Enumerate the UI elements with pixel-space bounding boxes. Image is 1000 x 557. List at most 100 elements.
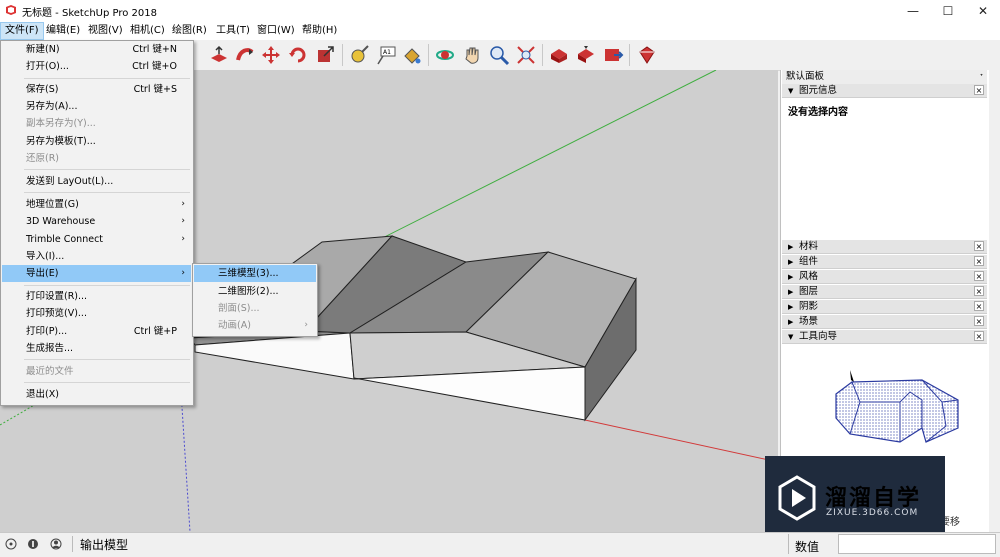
watermark-sub-text: ZIXUE.3D66.COM (826, 508, 919, 518)
menu-edit[interactable]: 编辑(E) (42, 22, 84, 40)
panel-shadows[interactable]: ▶ 阴影 × (782, 300, 987, 314)
entity-info-content: 没有选择内容 (788, 107, 848, 118)
export-3d-model[interactable]: 三维模型(3)... (194, 265, 316, 282)
panel-styles[interactable]: ▶ 风格 × (782, 270, 987, 284)
panel-close-icon[interactable]: × (974, 286, 984, 296)
panel-instructor[interactable]: ▼ 工具向导 × (782, 330, 987, 344)
cursor-arrow-icon (850, 370, 854, 382)
3d-warehouse-icon[interactable] (548, 44, 570, 66)
zoom-icon[interactable] (488, 44, 510, 66)
share-model-icon[interactable] (575, 44, 597, 66)
geo-location-status-icon[interactable] (5, 538, 17, 550)
file-export[interactable]: 导出(E) › (2, 265, 191, 282)
export-animation: 动画(A) › (218, 320, 308, 331)
selected-house-shape (835, 379, 959, 443)
file-send-to-layout[interactable]: 发送到 LayOut(L)... (2, 173, 191, 190)
menu-draw[interactable]: 绘图(R) (168, 22, 211, 40)
panel-close-icon[interactable]: × (974, 85, 984, 95)
menu-separator (24, 382, 190, 383)
text-tool-icon[interactable]: A1 (375, 44, 397, 66)
menu-help[interactable]: 帮助(H) (298, 22, 341, 40)
panel-close-icon[interactable]: × (974, 331, 984, 341)
menu-camera[interactable]: 相机(C) (126, 22, 169, 40)
file-recent-files: 最近的文件 (26, 366, 74, 377)
menu-separator (24, 169, 190, 170)
credits-info-icon[interactable] (27, 538, 39, 550)
file-generate-report[interactable]: 生成报告... (2, 340, 191, 357)
rotate-icon[interactable] (287, 44, 309, 66)
status-text: 输出模型 (80, 538, 129, 552)
panel-materials[interactable]: ▶ 材料 × (782, 240, 987, 254)
close-button[interactable]: ✕ (966, 0, 1000, 22)
menu-file[interactable]: 文件(F) (0, 22, 44, 40)
file-exit[interactable]: 退出(X) (2, 386, 191, 403)
toolbar-separator (428, 44, 429, 66)
menu-window[interactable]: 窗口(W) (253, 22, 299, 40)
menu-tools[interactable]: 工具(T) (212, 22, 254, 40)
tray-title: 默认面板 (786, 71, 825, 82)
window-title: 无标题 - SketchUp Pro 2018 (22, 8, 157, 19)
file-print-setup[interactable]: 打印设置(R)... (2, 288, 191, 305)
panel-components[interactable]: ▶ 组件 × (782, 255, 987, 269)
panel-scenes[interactable]: ▶ 场景 × (782, 315, 987, 329)
scale-icon[interactable] (314, 44, 336, 66)
panel-close-icon[interactable]: × (974, 256, 984, 266)
status-separator (72, 536, 73, 552)
collapse-triangle-icon: ▶ (788, 288, 794, 296)
panel-close-icon[interactable]: × (974, 301, 984, 311)
file-import[interactable]: 导入(I)... (2, 248, 191, 265)
play-logo-icon (778, 475, 816, 521)
file-geo-location[interactable]: 地理位置(G) › (2, 196, 191, 213)
export-2d-graphic[interactable]: 二维图形(2)... (194, 283, 316, 300)
measurements-input[interactable] (838, 534, 996, 554)
extension-warehouse-icon[interactable] (636, 44, 658, 66)
move-icon[interactable] (260, 44, 282, 66)
measurements-label: 数值 (795, 540, 820, 554)
file-revert: 还原(R) (26, 153, 60, 164)
status-separator (788, 534, 789, 554)
share-component-icon[interactable] (602, 44, 624, 66)
menu-separator (24, 78, 190, 79)
file-3d-warehouse[interactable]: 3D Warehouse › (2, 213, 191, 230)
file-trimble-connect[interactable]: Trimble Connect › (2, 231, 191, 248)
tray-pin-icon[interactable]: ᐩ (980, 70, 983, 84)
panel-entity-info[interactable]: ▼ 图元信息 × (782, 84, 987, 98)
collapse-triangle-icon: ▶ (788, 318, 794, 326)
red-axis (584, 419, 778, 463)
panel-layers[interactable]: ▶ 图层 × (782, 285, 987, 299)
toolbar-separator (629, 44, 630, 66)
maximize-button[interactable]: ☐ (931, 0, 965, 22)
orbit-icon[interactable] (434, 44, 456, 66)
minimize-button[interactable]: — (896, 0, 930, 22)
file-print-preview[interactable]: 打印预览(V)... (2, 305, 191, 322)
tray-title-bar: 默认面板 ᐩ (782, 70, 987, 84)
pan-icon[interactable] (461, 44, 483, 66)
file-save-as-template[interactable]: 另存为模板(T)... (2, 133, 191, 150)
file-save[interactable]: 保存(S) Ctrl 键+S (2, 81, 191, 98)
collapse-triangle-icon: ▶ (788, 303, 794, 311)
toolbar-separator (342, 44, 343, 66)
user-account-icon[interactable] (50, 538, 62, 550)
push-pull-icon[interactable] (208, 44, 230, 66)
menu-separator (24, 359, 190, 360)
paint-bucket-icon[interactable] (401, 44, 423, 66)
panel-close-icon[interactable]: × (974, 271, 984, 281)
file-save-as[interactable]: 另存为(A)... (2, 98, 191, 115)
toolbar-separator (542, 44, 543, 66)
zoom-extents-icon[interactable] (515, 44, 537, 66)
collapse-triangle-icon: ▶ (788, 243, 794, 251)
menu-separator (24, 192, 190, 193)
tape-measure-icon[interactable] (348, 44, 370, 66)
file-print[interactable]: 打印(P)... Ctrl 键+P (2, 323, 191, 340)
tray-scrollbar[interactable] (989, 70, 1000, 532)
menu-view[interactable]: 视图(V) (84, 22, 127, 40)
collapse-triangle-icon: ▶ (788, 258, 794, 266)
follow-me-icon[interactable] (234, 44, 256, 66)
panel-close-icon[interactable]: × (974, 316, 984, 326)
file-open[interactable]: 打开(O)... Ctrl 键+O (2, 58, 191, 75)
file-new[interactable]: 新建(N) Ctrl 键+N (2, 41, 191, 58)
collapse-triangle-icon: ▶ (788, 273, 794, 281)
expand-triangle-icon: ▼ (788, 333, 794, 341)
instructor-illustration (835, 370, 959, 443)
panel-close-icon[interactable]: × (974, 241, 984, 251)
